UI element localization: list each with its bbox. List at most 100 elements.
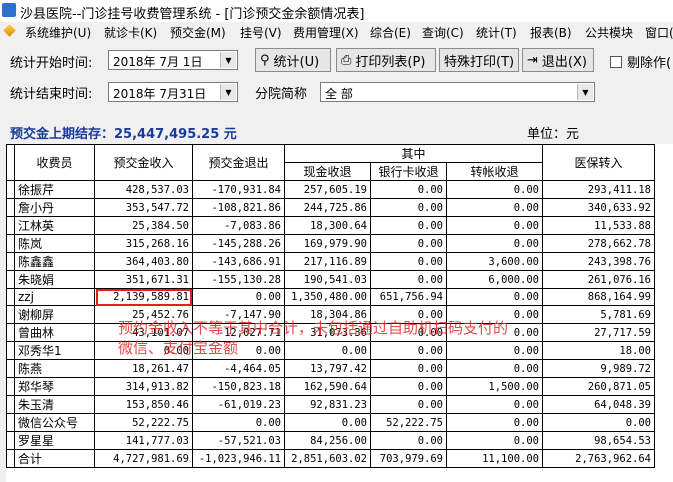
cell-amount[interactable]: 868,164.99	[542, 288, 655, 306]
cell-amount[interactable]: 27,717.59	[542, 323, 655, 342]
special-print-button[interactable]: 特殊打印(T)	[439, 48, 519, 72]
cell-amount[interactable]: 0.00	[284, 413, 371, 432]
header-bankcard[interactable]: 银行卡收退	[370, 162, 447, 181]
header-deposit-in[interactable]: 预交金收入	[94, 144, 193, 181]
cell-amount[interactable]: 52,222.75	[94, 413, 193, 432]
cell-amount[interactable]: 25,384.50	[94, 216, 193, 235]
row-selector[interactable]	[6, 234, 15, 253]
exit-button[interactable]: ⇥ 退出(X)	[522, 48, 594, 72]
table-row[interactable]: 朱晓娟 351,671.31 -155,130.28 190,541.03 0.00 6,…	[6, 270, 655, 289]
start-date-picker[interactable]: 2018年 7月 1日 ▼	[108, 50, 238, 70]
menu-query[interactable]: 查询(C)	[422, 24, 464, 41]
cell-amount[interactable]: -170,931.84	[192, 180, 285, 199]
cell-cashier[interactable]: 江林英	[14, 216, 95, 235]
cell-amount[interactable]: 0.00	[370, 377, 447, 396]
cell-amount[interactable]: 0.00	[192, 413, 285, 432]
cell-amount[interactable]: 9,989.72	[542, 359, 655, 378]
cell-amount[interactable]: 141,777.03	[94, 431, 193, 450]
branch-select[interactable]: 全 部 ▼	[320, 82, 595, 102]
cell-cashier[interactable]: 朱玉清	[14, 395, 95, 414]
cell-amount[interactable]: 190,541.03	[284, 270, 371, 289]
row-selector[interactable]	[6, 449, 15, 468]
cell-amount[interactable]: 0.00	[446, 413, 543, 432]
cell-cashier[interactable]: 徐振芹	[14, 180, 95, 199]
cell-amount[interactable]: -4,464.05	[192, 359, 285, 378]
cell-amount[interactable]: 84,256.00	[284, 431, 371, 450]
row-selector[interactable]	[6, 252, 15, 271]
cell-amount[interactable]: -1,023,946.11	[192, 449, 285, 468]
cell-amount[interactable]: 353,547.72	[94, 198, 193, 217]
cell-amount[interactable]: -61,019.23	[192, 395, 285, 414]
table-row[interactable]: 詹小丹 353,547.72 -108,821.86 244,725.86 0.00 0.…	[6, 198, 655, 217]
cell-amount[interactable]: 1,500.00	[446, 377, 543, 396]
row-selector[interactable]	[6, 288, 15, 306]
cell-amount[interactable]: -145,288.26	[192, 234, 285, 253]
cell-amount[interactable]: 162,590.64	[284, 377, 371, 396]
cell-amount[interactable]: 703,979.69	[370, 449, 447, 468]
cell-amount[interactable]: 0.00	[370, 234, 447, 253]
cell-amount[interactable]: 428,537.03	[94, 180, 193, 199]
cell-cashier[interactable]: 微信公众号	[14, 413, 95, 432]
table-row[interactable]: 罗星星 141,777.03 -57,521.03 84,256.00 0.00 0.00…	[6, 431, 655, 450]
cell-amount[interactable]: 0.00	[542, 413, 655, 432]
cell-amount[interactable]: 11,100.00	[446, 449, 543, 468]
cell-amount[interactable]: 217,116.89	[284, 252, 371, 271]
cell-amount[interactable]: 2,763,962.64	[542, 449, 655, 468]
menu-system[interactable]: 系统维护(U)	[25, 24, 91, 41]
row-selector[interactable]	[6, 431, 15, 450]
total-row[interactable]: 合计 4,727,981.69 -1,023,946.11 2,851,603.02 7…	[6, 449, 655, 468]
row-selector[interactable]	[6, 180, 15, 199]
row-selector[interactable]	[6, 270, 15, 289]
cell-amount[interactable]: 651,756.94	[370, 288, 447, 306]
cell-amount[interactable]: 2,851,603.02	[284, 449, 371, 468]
cell-amount[interactable]: -155,130.28	[192, 270, 285, 289]
cell-amount[interactable]: 13,797.42	[284, 359, 371, 378]
cell-cashier[interactable]: 合计	[14, 449, 95, 468]
cell-cashier[interactable]: 罗星星	[14, 431, 95, 450]
cell-amount[interactable]: -57,521.03	[192, 431, 285, 450]
cell-amount[interactable]: 0.00	[446, 395, 543, 414]
cell-cashier[interactable]: 陈岚	[14, 234, 95, 253]
cell-amount[interactable]: 0.00	[446, 359, 543, 378]
cell-amount[interactable]: 153,850.46	[94, 395, 193, 414]
cell-amount[interactable]: 64,048.39	[542, 395, 655, 414]
cell-amount[interactable]: 18,261.47	[94, 359, 193, 378]
cell-amount[interactable]: 0.00	[192, 288, 285, 306]
menu-public[interactable]: 公共模块	[585, 24, 633, 41]
cell-cashier[interactable]: 谢柳屏	[14, 305, 95, 324]
cell-amount[interactable]: 0.00	[370, 431, 447, 450]
row-selector[interactable]	[6, 359, 15, 378]
menu-report[interactable]: 报表(B)	[530, 24, 572, 41]
cell-amount[interactable]: 243,398.76	[542, 252, 655, 271]
dropdown-arrow-icon[interactable]: ▼	[220, 84, 236, 100]
cell-amount[interactable]: 0.00	[446, 216, 543, 235]
cell-amount[interactable]: 0.00	[370, 216, 447, 235]
cell-cashier[interactable]: 詹小丹	[14, 198, 95, 217]
row-selector[interactable]	[6, 323, 15, 342]
header-transfer[interactable]: 转帐收退	[446, 162, 543, 181]
print-list-button[interactable]: ⎙ 打印列表(P)	[336, 48, 436, 72]
cell-amount[interactable]: 2,139,589.81	[94, 288, 193, 306]
cell-amount[interactable]: 244,725.86	[284, 198, 371, 217]
menu-card[interactable]: 就诊卡(K)	[104, 24, 157, 41]
row-selector[interactable]	[6, 305, 15, 324]
header-insurance[interactable]: 医保转入	[542, 144, 655, 181]
cell-amount[interactable]: 98,654.53	[542, 431, 655, 450]
menu-general[interactable]: 综合(E)	[370, 24, 411, 41]
cell-amount[interactable]: 0.00	[446, 288, 543, 306]
row-selector[interactable]	[6, 198, 15, 217]
cell-amount[interactable]: 52,222.75	[370, 413, 447, 432]
cell-amount[interactable]: 315,268.16	[94, 234, 193, 253]
table-row[interactable]: 朱玉清 153,850.46 -61,019.23 92,831.23 0.00 0.00…	[6, 395, 655, 414]
cell-amount[interactable]: 18,300.64	[284, 216, 371, 235]
cell-cashier[interactable]: zzj	[14, 288, 95, 306]
menu-stats[interactable]: 统计(T)	[476, 24, 517, 41]
cell-amount[interactable]: 364,403.80	[94, 252, 193, 271]
cell-cashier[interactable]: 郑华琴	[14, 377, 95, 396]
table-row[interactable]: 江林英 25,384.50 -7,083.86 18,300.64 0.00 0.00 11…	[6, 216, 655, 235]
row-selector[interactable]	[6, 377, 15, 396]
cell-amount[interactable]: 3,600.00	[446, 252, 543, 271]
cell-amount[interactable]: -150,823.18	[192, 377, 285, 396]
table-row[interactable]: 徐振芹 428,537.03 -170,931.84 257,605.19 0.00 0.…	[6, 180, 655, 199]
cell-amount[interactable]: 0.00	[370, 359, 447, 378]
